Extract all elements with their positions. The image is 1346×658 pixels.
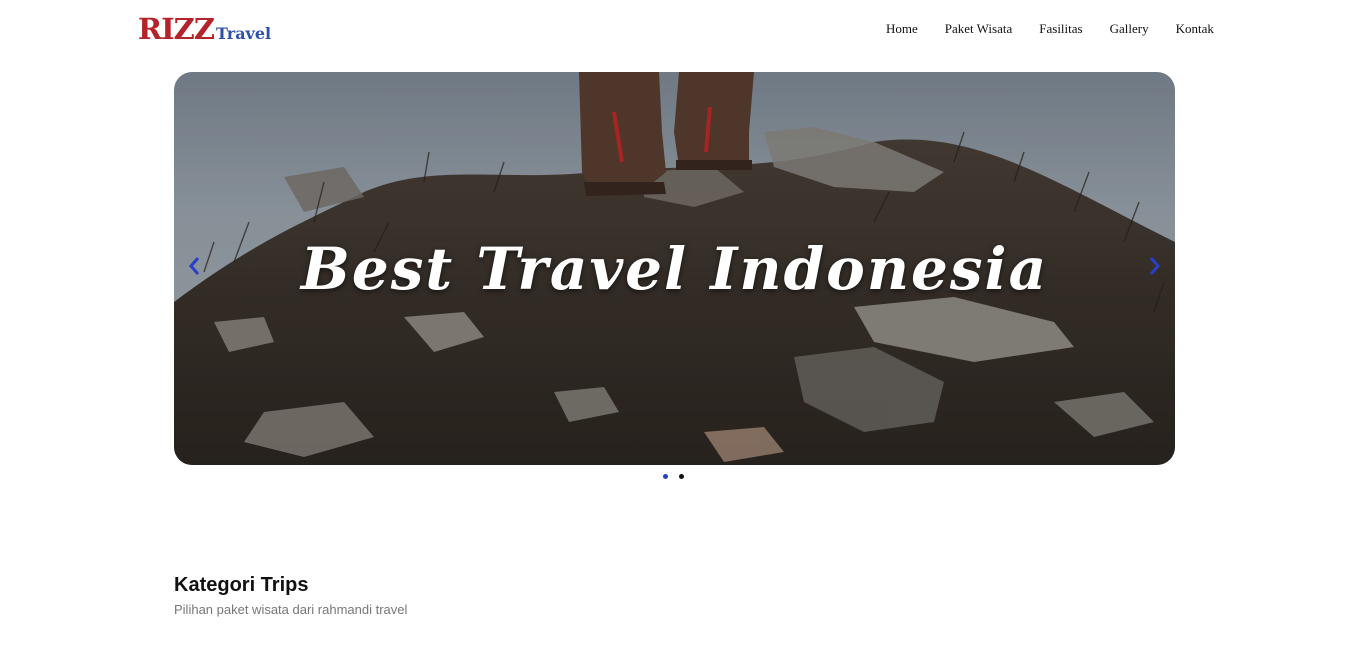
nav-item-gallery[interactable]: Gallery — [1110, 21, 1149, 37]
section-title: Kategori Trips — [174, 574, 309, 596]
hero-carousel: Best Travel Indonesia — [174, 72, 1175, 465]
nav-item-kontak[interactable]: Kontak — [1176, 21, 1214, 37]
brand-name: RIZZ — [138, 12, 215, 46]
carousel-indicator-dot[interactable] — [679, 474, 684, 479]
nav-item-paket-wisata[interactable]: Paket Wisata — [945, 21, 1012, 37]
navbar: RIZZ Travel Home Paket Wisata Fasilitas G… — [0, 0, 1346, 60]
carousel-indicator-dot[interactable] — [663, 474, 668, 479]
brand-subname: Travel — [216, 24, 272, 43]
main-nav: Home Paket Wisata Fasilitas Gallery Kont… — [886, 21, 1214, 37]
brand-logo[interactable]: RIZZ Travel — [138, 12, 271, 46]
section-subtitle: Pilihan paket wisata dari rahmandi trave… — [174, 602, 408, 617]
nav-item-home[interactable]: Home — [886, 21, 918, 37]
carousel-indicators — [663, 474, 684, 479]
chevron-right-icon — [1149, 257, 1160, 275]
hero-caption: Best Travel Indonesia — [300, 234, 1049, 303]
nav-item-fasilitas[interactable]: Fasilitas — [1039, 21, 1082, 37]
chevron-left-icon — [189, 257, 200, 275]
carousel-prev-button[interactable] — [184, 254, 204, 278]
carousel-next-button[interactable] — [1145, 254, 1165, 278]
